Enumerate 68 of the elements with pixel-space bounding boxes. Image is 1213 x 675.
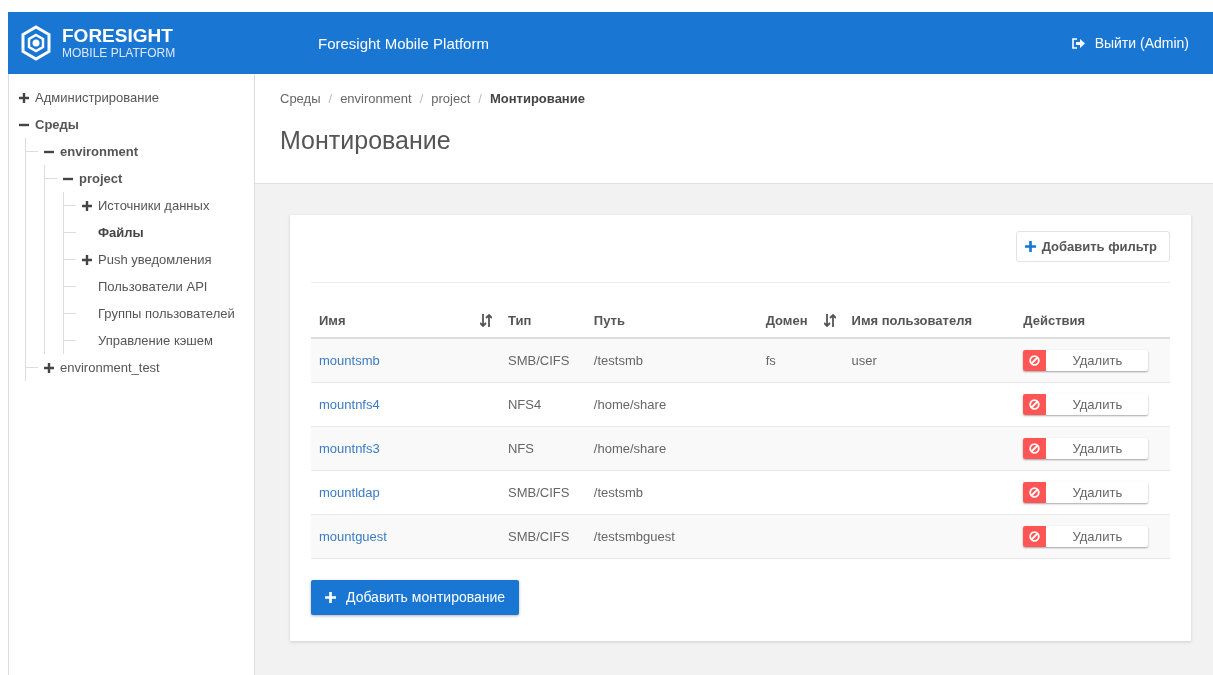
plus-icon — [1024, 241, 1036, 252]
page-title: Монтирование — [280, 126, 452, 155]
table-cell: SMB/CIFS — [499, 470, 586, 514]
mount-link[interactable]: mountnfs4 — [319, 396, 380, 412]
delete-button[interactable]: Удалить — [1023, 525, 1149, 547]
tree-item[interactable]: environment_test — [26, 354, 254, 381]
delete-button[interactable]: Удалить — [1023, 481, 1149, 503]
mount-link[interactable]: mountnfs3 — [319, 440, 380, 456]
tree-item[interactable]: project — [45, 165, 254, 192]
column-title: Имя — [319, 313, 346, 328]
table-cell: /testsmbguest — [585, 514, 758, 558]
delete-button[interactable]: Удалить — [1023, 393, 1149, 415]
table-cell: fs — [757, 338, 844, 382]
plus-icon — [325, 591, 336, 603]
column-title: Действия — [1023, 313, 1086, 328]
table-cell: SMB/CIFS — [499, 514, 586, 558]
ban-icon — [1029, 354, 1041, 366]
sign-out-icon — [1071, 37, 1085, 49]
breadcrumb-separator: / — [419, 91, 424, 106]
delete-button[interactable]: Удалить — [1023, 349, 1149, 371]
mount-link[interactable]: mountldap — [319, 484, 380, 500]
app-title: Foresight Mobile Platform — [318, 34, 490, 52]
table-cell: /home/share — [585, 426, 758, 470]
tree-item[interactable]: Управление кэшем — [64, 327, 254, 354]
tree-item[interactable]: Среды — [19, 111, 254, 138]
logo-title: FORESIGHT — [62, 26, 174, 46]
column-title: Имя пользователя — [851, 313, 972, 328]
tree-item[interactable]: Push уведомления — [64, 246, 254, 273]
sort-icon[interactable] — [479, 314, 492, 327]
breadcrumb-separator: / — [328, 91, 333, 106]
tree-item[interactable]: environment — [26, 138, 254, 165]
tree-item[interactable]: Источники данных — [64, 192, 254, 219]
plus-icon — [82, 200, 92, 211]
breadcrumb-current: Монтирование — [489, 91, 585, 106]
ban-icon — [1029, 530, 1041, 542]
column-title: Домен — [765, 313, 808, 328]
column-title: Путь — [593, 313, 625, 328]
table-cell: SMB/CIFS — [499, 338, 586, 382]
column-title: Тип — [507, 313, 532, 328]
table-cell: /home/share — [585, 382, 758, 426]
plus-icon — [44, 362, 54, 373]
hexagon-logo-icon — [20, 25, 52, 61]
breadcrumb-link[interactable]: project — [431, 91, 471, 106]
mount-link[interactable]: mountguest — [319, 528, 387, 544]
add-filter-button[interactable]: Добавить фильтр — [1015, 231, 1170, 262]
sort-icon[interactable] — [823, 314, 836, 327]
logo-subtitle: MOBILE PLATFORM — [62, 46, 176, 60]
ban-icon — [1029, 486, 1041, 498]
breadcrumb-link[interactable]: Среды — [280, 91, 321, 106]
table-cell: NFS4 — [499, 382, 586, 426]
breadcrumb-link[interactable]: environment — [340, 91, 412, 106]
table-cell: /testsmb — [585, 338, 758, 382]
table-cell: user — [843, 338, 1016, 382]
tree-item[interactable]: Файлы — [64, 219, 254, 246]
tree-item[interactable]: Администрирование — [19, 84, 254, 111]
table-cell: NFS — [499, 426, 586, 470]
delete-button[interactable]: Удалить — [1023, 437, 1149, 459]
logout-link[interactable]: Выйти (Admin) — [1071, 35, 1189, 51]
mount-link[interactable]: mountsmb — [319, 352, 380, 368]
table-cell: /testsmb — [585, 470, 758, 514]
tree-item[interactable]: Группы пользователей — [64, 300, 254, 327]
ban-icon — [1029, 398, 1041, 410]
plus-icon — [19, 92, 29, 103]
plus-icon — [82, 254, 92, 265]
tree-item[interactable]: Пользователи API — [64, 273, 254, 300]
breadcrumb-separator: / — [478, 91, 482, 106]
add-mount-button[interactable]: Добавить монтирование — [311, 579, 520, 615]
ban-icon — [1029, 442, 1041, 454]
